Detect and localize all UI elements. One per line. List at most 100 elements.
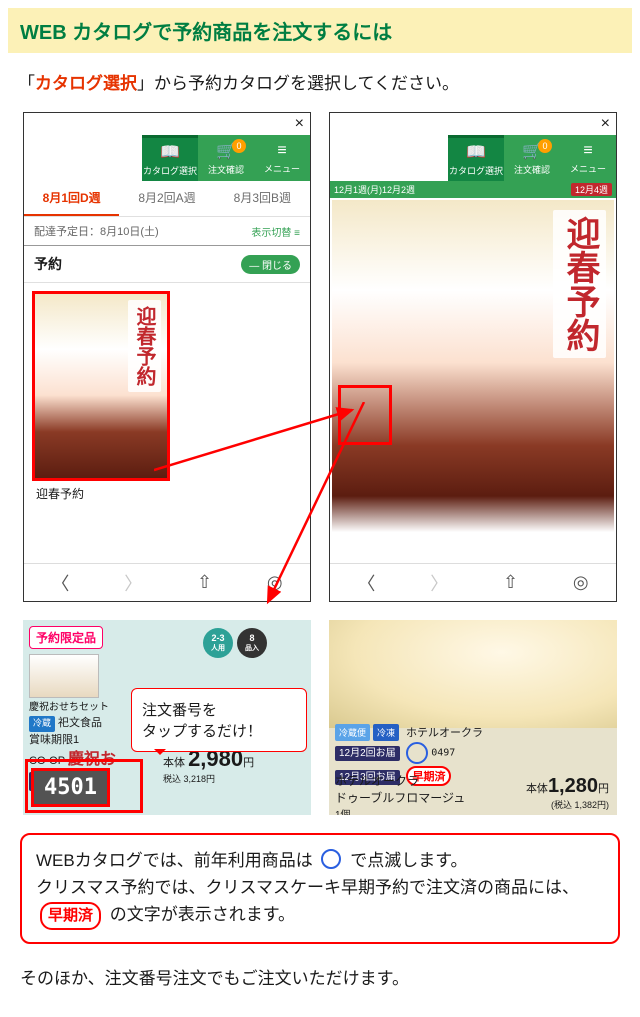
share-icon[interactable]: ⇧ [197,572,212,593]
tag-reitou: 冷凍 [373,724,399,741]
nav-catalog-button[interactable]: 📖 カタログ選択 [448,135,504,181]
limited-tag: 予約限定品 [29,626,103,649]
catalog-thumbnail[interactable]: 迎春予約 [32,291,170,481]
display-toggle[interactable]: 表示切替 ≡ [251,224,300,239]
delivery-label: 配達予定日： [34,226,100,238]
size-chip-items: 8 品入 [237,628,267,658]
catalog-date-banner: 12月1週(月)12月2週 12月4週 [330,181,616,198]
product-highlight-box [338,385,392,445]
reizou-tag: 冷蔵 [29,716,55,732]
product-name-right: ホテルオークラ ドゥーブルフロマージュ 1個 [335,772,465,815]
intro-highlight: カタログ選択 [35,74,137,93]
blue-circle-icon [406,742,428,764]
nav-catalog-label: カタログ選択 [143,164,197,177]
phone-screenshot-left: × 📖 カタログ選択 🛒 0 注文確認 ≡ メニュー 8月1回D週 8月2回A週… [23,112,311,602]
line2: 賞味期限1 [29,732,116,749]
product-detail-left: 予約限定品 2-3 人用 8 品入 慶祝おせちセット 冷蔵祀文食品 賞味期限1 … [23,620,311,815]
close-icon[interactable]: × [295,115,304,133]
section-reservation: 予約 — 閉じる [24,245,310,283]
tab-week-3[interactable]: 8月3回B週 [215,181,310,216]
phone-screenshot-right: × 📖 カタログ選択 🛒 0 注文確認 ≡ メニュー 12月1週(月)12月2週… [329,112,617,602]
price-tax: 税込 3,218円 [163,774,215,784]
chip1-top: 2-3 [211,633,224,643]
intro-text: 「カタログ選択」から予約カタログを選択してください。 [18,69,622,94]
info-l2b: の文字が表示されます。 [110,905,295,924]
speech-line2: タップするだけ！ [142,723,262,740]
date-banner-left: 12月1週(月)12月2週 [334,183,415,196]
chip2-top: 8 [249,633,254,643]
nav-menu-label: メニュー [264,162,300,175]
intro-suffix: 」から予約カタログを選択してください。 [137,74,459,93]
back-icon[interactable]: 〈 [51,570,69,596]
week-tabs: 8月1回D週 8月2回A週 8月3回B週 [24,181,310,217]
intro-prefix: 「 [18,74,35,93]
hamburger-icon: ≡ [583,142,592,160]
tab-week-2[interactable]: 8月2回A週 [119,181,214,216]
hamburger-icon: ≡ [277,142,286,160]
forward-icon[interactable]: 〉 [124,570,142,596]
product-detail-right: 冷蔵便 冷凍 ホテルオークラ 12月2回お届 0497 12月3回お届 早期済 … [329,620,617,815]
back-icon[interactable]: 〈 [357,570,375,596]
geishun-title-big: 迎春予約 [553,210,606,358]
datechip-1: 12月2回お届 [335,746,400,761]
cart-badge: 0 [538,139,552,153]
price-value-r: 1,280 [548,775,598,797]
price-tax-r: (税込 1,382円) [551,800,609,810]
price-pre: 本体 [163,757,185,769]
footer-note: そのほか、注文番号注文でもご注文いただけます。 [20,964,620,989]
hotel-label: ホテルオークラ [406,724,483,741]
price-yen: 円 [243,757,254,769]
order-num-1: 0497 [431,748,455,759]
nav-catalog-button[interactable]: 📖 カタログ選択 [142,135,198,181]
app-header: 📖 カタログ選択 🛒 0 注文確認 ≡ メニュー [330,135,616,181]
catalog-full-page[interactable]: 迎春予約 [332,200,614,561]
geishun-title: 迎春予約 [128,300,161,392]
tab-week-1[interactable]: 8月1回D週 [24,181,119,216]
blue-circle-icon-inline [321,849,341,869]
name-line1: ホテルオークラ [335,774,419,788]
product-image [29,654,99,698]
date-banner-right: 12月4週 [571,183,612,196]
delivery-row: 配達予定日：8月10日(土) 表示切替 ≡ [24,217,310,245]
line1: 祀文食品 [58,717,102,729]
info-box: WEBカタログでは、前年利用商品は で点滅します。 クリスマス予約では、クリスマ… [20,833,620,944]
compass-icon[interactable]: ◎ [267,572,283,593]
name-line2: ドゥーブルフロマージュ [335,791,465,805]
speech-line1: 注文番号を [142,702,217,719]
app-header: 📖 カタログ選択 🛒 0 注文確認 ≡ メニュー [24,135,310,181]
collapse-button[interactable]: — 閉じる [241,255,300,274]
set-title: 慶祝おせちセット [29,700,116,715]
book-icon: 📖 [160,142,180,162]
nav-order-label: 注文確認 [514,163,550,176]
book-icon: 📖 [466,142,486,162]
order-number-button[interactable]: 4501 [31,768,110,807]
info-l2a: クリスマス予約では、クリスマスケーキ早期予約で注文済の商品には、 [36,878,579,897]
speech-bubble: 注文番号を タップするだけ！ [131,688,307,752]
tag-reizou: 冷蔵便 [335,724,370,741]
browser-bar: 〈 〉 ⇧ ◎ [330,563,616,601]
nav-order-button[interactable]: 🛒 0 注文確認 [198,135,254,181]
browser-bar: 〈 〉 ⇧ ◎ [24,563,310,601]
product-info-stack: 慶祝おせちセット 冷蔵祀文食品 賞味期限1 CO-OP 慶祝お [29,652,116,772]
cart-badge: 0 [232,139,246,153]
share-icon[interactable]: ⇧ [503,572,518,593]
size-chip-servings: 2-3 人用 [203,628,233,658]
nav-menu-button[interactable]: ≡ メニュー [254,135,310,181]
title-banner: WEB カタログで予約商品を注文するには [8,8,632,53]
price-right: 本体1,280円 (税込 1,382円) [526,775,609,811]
compass-icon[interactable]: ◎ [573,572,589,593]
close-icon[interactable]: × [601,115,610,133]
delivery-value: 8月10日(土) [100,226,159,238]
info-l1a: WEBカタログでは、前年利用商品は [36,851,313,870]
price-yen-r: 円 [598,783,609,795]
qty: 1個 [335,810,351,815]
souki-inline: 早期済 [40,902,101,930]
info-l1b: で点滅します。 [350,851,467,870]
product-image-cheese [329,620,617,728]
nav-menu-button[interactable]: ≡ メニュー [560,135,616,181]
nav-order-button[interactable]: 🛒 0 注文確認 [504,135,560,181]
nav-order-label: 注文確認 [208,163,244,176]
catalog-caption: 迎春予約 [36,485,302,502]
forward-icon[interactable]: 〉 [430,570,448,596]
section-label: 予約 [34,254,62,274]
